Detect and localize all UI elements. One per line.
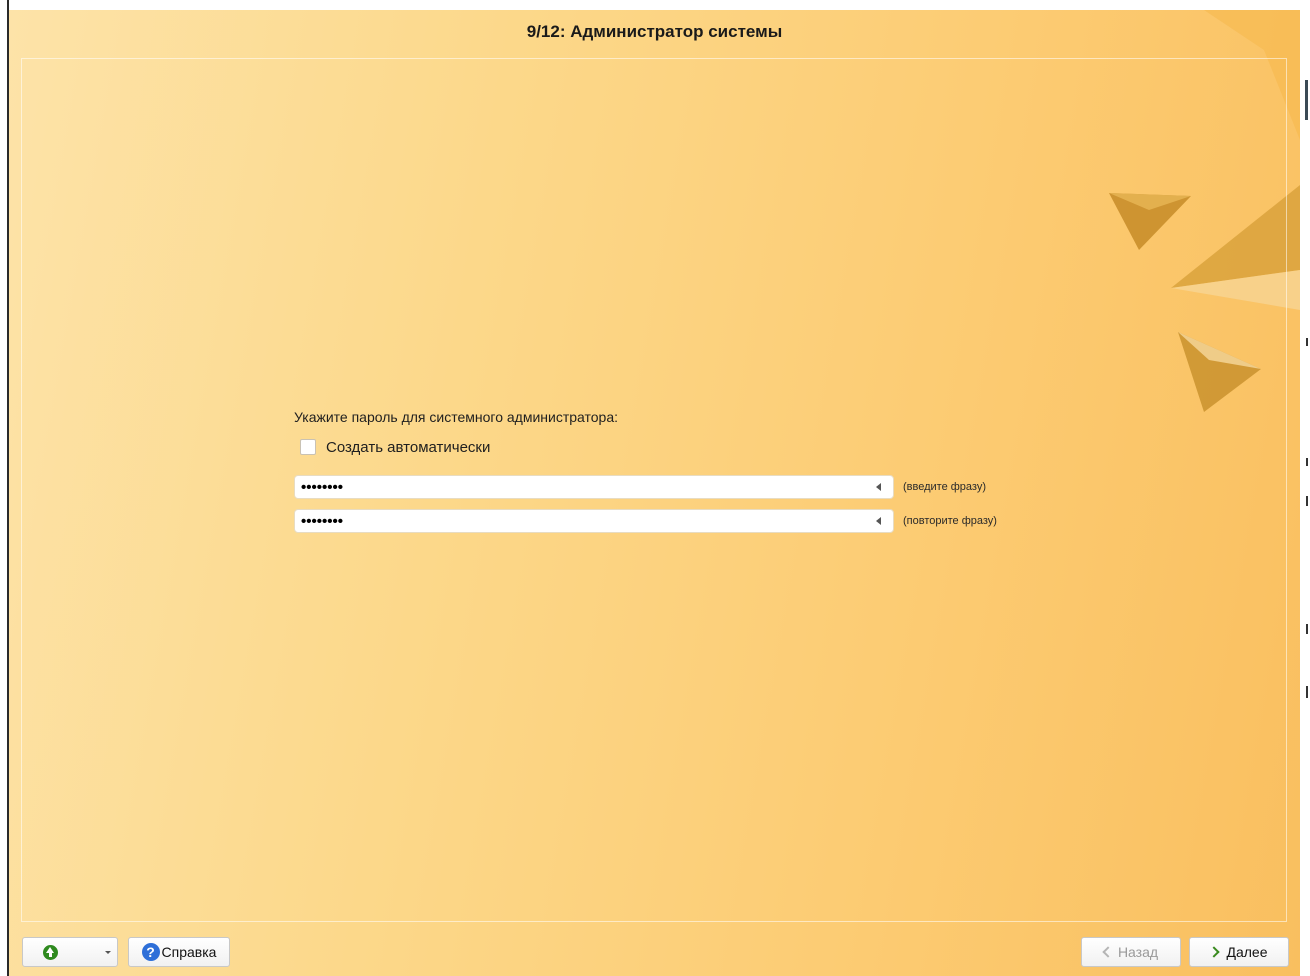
next-button-label: Далее (1226, 944, 1268, 960)
password-repeat-hint: (повторите фразу) (903, 515, 997, 527)
help-button-label: Справка (161, 944, 217, 960)
clear-left-arrow-icon[interactable] (876, 483, 881, 491)
admin-password-form: Укажите пароль для системного администра… (294, 406, 1054, 533)
installer-window: 9/12: Администратор системы Укажите паро… (9, 10, 1300, 976)
background-window-fragment (1306, 338, 1308, 346)
chevron-left-icon (1102, 946, 1114, 958)
auto-generate-checkbox[interactable] (300, 439, 316, 455)
chevron-down-icon[interactable] (105, 951, 111, 954)
password-prompt: Укажите пароль для системного администра… (294, 409, 619, 425)
password-value: •••••••• (301, 478, 344, 496)
bottom-toolbar: ? Справка Назад Далее (9, 932, 1300, 976)
background-window-fragment (1306, 686, 1308, 698)
password-repeat-value: •••••••• (301, 512, 344, 530)
auto-generate-label[interactable]: Создать автоматически (326, 439, 490, 456)
background-window-fragment (1306, 624, 1308, 634)
question-icon: ? (141, 943, 160, 961)
clear-left-arrow-icon[interactable] (876, 517, 881, 525)
background-window-fragment (1306, 458, 1308, 466)
next-button[interactable]: Далее (1189, 937, 1289, 967)
password-repeat-input[interactable]: •••••••• (294, 509, 894, 533)
back-button[interactable]: Назад (1081, 937, 1181, 967)
password-row: •••••••• (введите фразу) (294, 475, 986, 499)
up-arrow-icon (42, 944, 58, 960)
password-input[interactable]: •••••••• (294, 475, 894, 499)
back-button-label: Назад (1117, 944, 1159, 960)
chevron-right-icon (1208, 946, 1221, 958)
up-menu-button[interactable] (22, 937, 118, 967)
password-repeat-row: •••••••• (повторите фразу) (294, 509, 997, 533)
password-hint: (введите фразу) (903, 481, 986, 493)
background-window-fragment (1306, 496, 1308, 506)
page-title: 9/12: Администратор системы (526, 22, 783, 41)
help-button[interactable]: ? Справка (128, 937, 230, 967)
auto-generate-row[interactable]: Создать автоматически (294, 435, 1054, 459)
background-window-fragment (1305, 80, 1308, 120)
desktop-right-edge (1300, 0, 1310, 976)
